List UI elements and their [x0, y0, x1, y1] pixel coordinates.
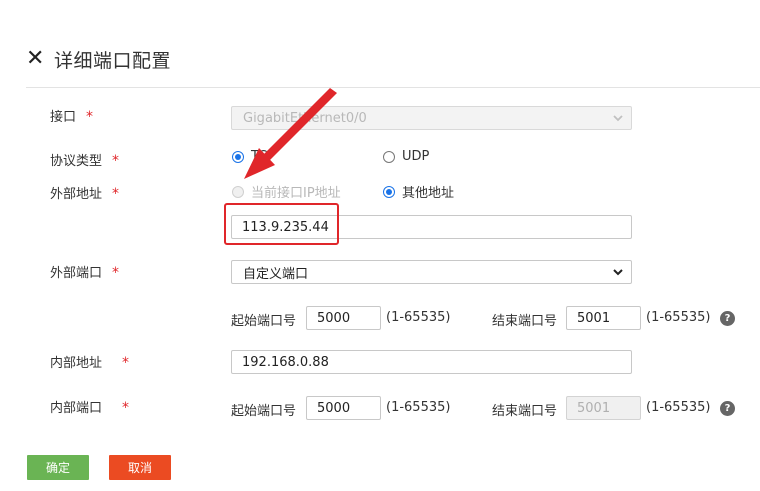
radio-disabled-icon — [232, 185, 244, 198]
internal-port-label-text: 内部端口 — [50, 401, 103, 416]
internal-address-label: 内部地址 * — [50, 352, 129, 371]
protocol-udp-label: UDP — [402, 149, 430, 164]
radio-unselected-icon — [383, 150, 395, 163]
internal-end-port-label: 结束端口号 — [492, 404, 558, 419]
internal-address-label-text: 内部地址 — [50, 356, 103, 371]
external-end-port-label: 结束端口号 — [492, 314, 558, 329]
required-mark: * — [112, 265, 120, 281]
protocol-tcp-radio[interactable]: TCP — [232, 149, 275, 164]
required-mark: * — [112, 186, 120, 202]
internal-start-port-input[interactable] — [306, 396, 381, 420]
external-port-label-text: 外部端口 — [50, 266, 103, 281]
internal-port-label: 内部端口 * — [50, 397, 129, 416]
required-mark: * — [122, 400, 130, 416]
interface-label-text: 接口 — [50, 110, 77, 125]
external-address-label-text: 外部地址 — [50, 187, 103, 202]
internal-address-input[interactable] — [231, 350, 632, 374]
external-port-label: 外部端口 * — [50, 262, 119, 281]
dialog-header: ✕ 详细端口配置 — [26, 44, 171, 74]
external-address-input[interactable] — [231, 215, 632, 239]
external-end-port-input[interactable] — [566, 306, 641, 330]
external-start-port-label: 起始端口号 — [231, 314, 297, 329]
confirm-button[interactable]: 确定 — [27, 455, 89, 480]
internal-end-port-range: (1-65535) — [646, 400, 711, 415]
external-end-port-range: (1-65535) — [646, 310, 711, 325]
required-mark: * — [122, 355, 130, 371]
protocol-tcp-label: TCP — [251, 149, 276, 164]
header-divider — [26, 87, 760, 88]
required-mark: * — [86, 109, 94, 125]
chevron-down-icon — [613, 269, 623, 276]
interface-select-value: GigabitEthernet0/0 — [243, 110, 367, 126]
internal-start-port-range: (1-65535) — [386, 400, 451, 415]
help-icon[interactable]: ? — [720, 401, 735, 416]
close-icon[interactable]: ✕ — [26, 48, 46, 70]
external-start-port-range: (1-65535) — [386, 310, 451, 325]
external-address-label: 外部地址 * — [50, 183, 119, 202]
current-interface-ip-radio: 当前接口IP地址 — [232, 182, 341, 201]
interface-label: 接口 * — [50, 106, 93, 125]
required-mark: * — [112, 153, 120, 169]
external-start-port-input[interactable] — [306, 306, 381, 330]
protocol-udp-radio[interactable]: UDP — [383, 149, 429, 164]
protocol-label: 协议类型 * — [50, 150, 119, 169]
internal-start-port-label: 起始端口号 — [231, 404, 297, 419]
other-address-label: 其他地址 — [402, 186, 455, 201]
protocol-label-text: 协议类型 — [50, 154, 103, 169]
current-interface-ip-label: 当前接口IP地址 — [251, 186, 341, 201]
radio-selected-icon — [383, 185, 395, 198]
cancel-button[interactable]: 取消 — [109, 455, 171, 480]
radio-selected-icon — [232, 150, 244, 163]
page-title: 详细端口配置 — [54, 49, 172, 72]
help-icon[interactable]: ? — [720, 311, 735, 326]
external-port-mode-select[interactable]: 自定义端口 — [231, 260, 632, 284]
chevron-down-icon — [613, 115, 623, 122]
internal-end-port-input — [566, 396, 641, 420]
other-address-radio[interactable]: 其他地址 — [383, 182, 454, 201]
external-port-mode-value: 自定义端口 — [243, 266, 309, 282]
interface-select[interactable]: GigabitEthernet0/0 — [231, 106, 632, 130]
